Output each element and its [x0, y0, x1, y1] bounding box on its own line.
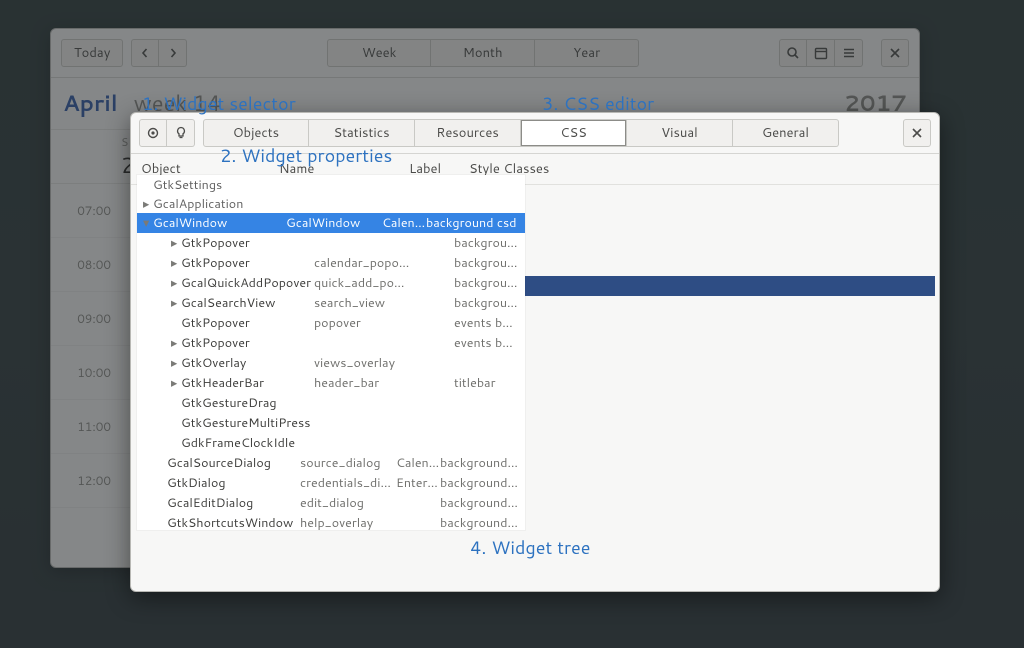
inspector-close-button[interactable]: [903, 119, 931, 147]
tree-cell: Calen…: [396, 454, 440, 472]
selection-highlight-tail: [525, 276, 935, 296]
tree-cell: titlebar: [454, 374, 519, 392]
tab-resources[interactable]: Resources: [415, 119, 521, 147]
tree-row[interactable]: ▸GcalQuickAddPopoverquick_add_popover bac…: [137, 273, 525, 293]
tree-cell: edit_dialog: [300, 494, 396, 512]
tree-cell: events background: [454, 314, 519, 332]
tree-cell: GtkPopover: [181, 254, 314, 272]
expand-icon[interactable]: ▸: [171, 354, 181, 372]
tree-cell: GtkPopover: [181, 314, 314, 332]
tree-row[interactable]: GcalEditDialogedit_dialog background csd: [137, 493, 525, 513]
tree-cell: source_dialog: [300, 454, 396, 472]
tree-cell: GcalEditDialog: [167, 494, 300, 512]
tree-row[interactable]: GtkGestureDrag: [137, 393, 525, 413]
tree-row[interactable]: ▸GtkHeaderBarheader_bar titlebar: [137, 373, 525, 393]
tree-cell: GtkGestureDrag: [181, 394, 314, 412]
tree-cell: background csd: [440, 474, 519, 492]
tree-cell: help_overlay: [300, 514, 396, 532]
expand-icon[interactable]: ▸: [171, 234, 181, 252]
tree-cell: GtkShortcutsWindow: [167, 514, 300, 532]
tree-row[interactable]: ▸GtkPopover events background: [137, 333, 525, 353]
tree-cell: popover: [314, 314, 410, 332]
tree-cell: GtkPopover: [181, 334, 314, 352]
tree-cell: quick_add_popover: [314, 274, 410, 292]
widget-picker-button[interactable]: [139, 119, 167, 147]
widget-selector-group: [139, 119, 195, 147]
tree-row[interactable]: ▸GtkPopover background menu: [137, 233, 525, 253]
tree-cell: background menu: [454, 234, 519, 252]
inspector-tabs: Objects Statistics Resources CSS Visual …: [203, 119, 887, 147]
tab-statistics[interactable]: Statistics: [309, 119, 415, 147]
tree-row[interactable]: ▸GtkOverlayviews_overlay: [137, 353, 525, 373]
tree-cell: calendar_popover: [314, 254, 410, 272]
tree-row[interactable]: ▸GcalSearchViewsearch_view background: [137, 293, 525, 313]
expand-icon[interactable]: ▸: [171, 374, 181, 392]
tab-css[interactable]: CSS: [521, 119, 627, 147]
tree-row[interactable]: GtkPopoverpopover events background: [137, 313, 525, 333]
tab-general[interactable]: General: [733, 119, 839, 147]
tree-row[interactable]: GcalSourceDialogsource_dialogCalen…backg…: [137, 453, 525, 473]
tree-row[interactable]: GtkSettings: [137, 175, 525, 194]
lightbulb-icon: [174, 126, 188, 140]
tree-row[interactable]: GdkFrameClockIdle: [137, 433, 525, 453]
tree-row[interactable]: GtkDialogcredentials_dialogEnter …backgr…: [137, 473, 525, 493]
tree-cell: search_view: [314, 294, 410, 312]
tree-row[interactable]: ▸GtkPopovercalendar_popover background: [137, 253, 525, 273]
tree-cell: GcalQuickAddPopover: [181, 274, 314, 292]
tree-cell: background: [454, 294, 519, 312]
tree-row[interactable]: GtkShortcutsWindowhelp_overlay background…: [137, 513, 525, 533]
tab-objects[interactable]: Objects: [203, 119, 309, 147]
tree-row-selected[interactable]: ▾ GcalWindow GcalWindow Calen… backgroun…: [137, 213, 525, 233]
flash-widget-button[interactable]: [167, 119, 195, 147]
tree-cell: GtkOverlay: [181, 354, 314, 372]
tree-cell: GtkGestureMultiPress: [181, 414, 314, 432]
tree-cell: GtkPopover: [181, 234, 314, 252]
tree-cell: GtkHeaderBar: [181, 374, 314, 392]
tree-cell: credentials_dialog: [300, 474, 396, 492]
tree-cell: background csd: [440, 514, 519, 532]
tree-cell: background: [454, 254, 519, 272]
target-icon: [146, 126, 160, 140]
tree-cell: header_bar: [314, 374, 410, 392]
expand-icon[interactable]: ▸: [171, 254, 181, 272]
col-style: Style Classes: [469, 160, 929, 178]
expand-icon[interactable]: ▸: [171, 274, 181, 292]
tree-row[interactable]: ▸ GcalApplication: [137, 194, 525, 213]
tree-cell: GtkDialog: [167, 474, 300, 492]
tab-visual[interactable]: Visual: [627, 119, 733, 147]
widget-tree[interactable]: GtkSettings ▸ GcalApplication ▾ GcalWind…: [137, 175, 525, 530]
tree-cell: Enter …: [396, 474, 440, 492]
expand-icon[interactable]: ▸: [171, 294, 181, 312]
tree-cell: GcalSourceDialog: [167, 454, 300, 472]
close-icon: [911, 127, 923, 139]
tree-cell: GdkFrameClockIdle: [181, 434, 314, 452]
tree-cell: background: [454, 274, 519, 292]
tree-cell: background csd: [440, 494, 519, 512]
tree-cell: views_overlay: [314, 354, 410, 372]
expand-icon[interactable]: ▸: [143, 195, 153, 213]
tree-cell: events background: [454, 334, 519, 352]
tree-cell: background csd: [440, 454, 519, 472]
expand-icon[interactable]: ▸: [171, 334, 181, 352]
inspector-headerbar: Objects Statistics Resources CSS Visual …: [131, 113, 939, 154]
tree-cell: GcalSearchView: [181, 294, 314, 312]
collapse-icon[interactable]: ▾: [143, 214, 153, 232]
tree-row[interactable]: GtkGestureMultiPress: [137, 413, 525, 433]
inspector-window: Objects Statistics Resources CSS Visual …: [130, 112, 940, 592]
